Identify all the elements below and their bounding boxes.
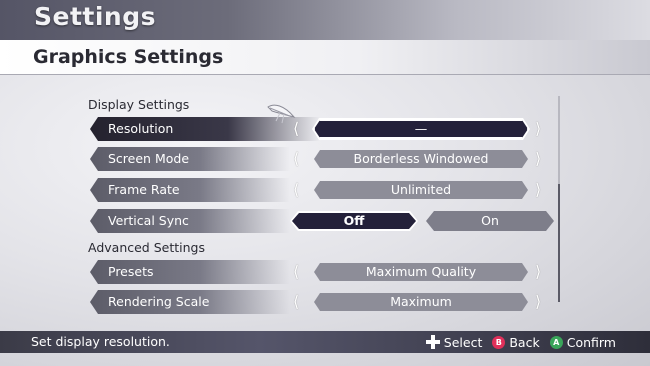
chevron-right-icon[interactable]: ⟩ (535, 149, 541, 169)
setting-row-rendering-scale[interactable]: Rendering Scale ⟨ Maximum ⟩ (90, 290, 550, 314)
help-text: Set display resolution. (31, 334, 170, 349)
setting-value-text: Unlimited (390, 182, 452, 197)
setting-label: Vertical Sync (108, 213, 189, 228)
chevron-right-icon[interactable]: ⟩ (535, 180, 541, 200)
setting-row-screen-mode[interactable]: Screen Mode ⟨ Borderless Windowed ⟩ (90, 147, 550, 171)
feather-cursor-icon (267, 104, 296, 124)
setting-row-resolution[interactable]: Resolution ⟨ — ⟩ (90, 117, 550, 141)
back-label: Back (509, 334, 540, 350)
setting-value[interactable]: Borderless Windowed (314, 150, 528, 168)
vsync-off-option[interactable]: Off (290, 211, 418, 231)
app-title: Settings (34, 2, 157, 31)
toggle-label: On (481, 213, 499, 228)
chevron-left-icon[interactable]: ⟨ (293, 149, 299, 169)
a-button-icon: A (549, 335, 563, 349)
setting-value[interactable]: — (314, 120, 528, 138)
select-label: Select (443, 334, 483, 350)
chevron-left-icon[interactable]: ⟨ (293, 180, 299, 200)
chevron-left-icon[interactable]: ⟨ (293, 262, 299, 282)
setting-value-text: Maximum (390, 294, 452, 309)
chevron-right-icon[interactable]: ⟩ (535, 119, 541, 139)
setting-label: Frame Rate (108, 182, 180, 197)
setting-value[interactable]: Maximum Quality (314, 263, 528, 281)
vsync-on-option[interactable]: On (426, 211, 554, 231)
setting-label: Screen Mode (108, 151, 190, 166)
setting-value[interactable]: Maximum (314, 293, 528, 311)
setting-value-text: Maximum Quality (365, 264, 477, 279)
confirm-label: Confirm (566, 334, 616, 350)
section-display-settings: Display Settings (88, 97, 190, 112)
section-advanced-settings: Advanced Settings (88, 240, 205, 255)
setting-label: Resolution (108, 121, 174, 136)
toggle-label: Off (343, 213, 365, 228)
setting-label: Rendering Scale (108, 294, 210, 309)
chevron-left-icon[interactable]: ⟨ (293, 292, 299, 312)
setting-row-vertical-sync[interactable]: Vertical Sync Off On (90, 209, 550, 233)
page-title: Graphics Settings (33, 46, 224, 68)
chevron-right-icon[interactable]: ⟩ (535, 262, 541, 282)
b-button-icon: B (492, 335, 506, 349)
setting-value-text: Borderless Windowed (353, 151, 489, 166)
setting-label: Presets (108, 264, 154, 279)
chevron-right-icon[interactable]: ⟩ (535, 292, 541, 312)
setting-row-presets[interactable]: Presets ⟨ Maximum Quality ⟩ (90, 260, 550, 284)
setting-row-frame-rate[interactable]: Frame Rate ⟨ Unlimited ⟩ (90, 178, 550, 202)
setting-value[interactable]: Unlimited (314, 181, 528, 199)
setting-value-text: — (414, 121, 428, 136)
scrollbar-thumb[interactable] (558, 184, 560, 302)
button-prompts: Select B Back A Confirm (425, 333, 616, 351)
dpad-icon (425, 335, 440, 349)
